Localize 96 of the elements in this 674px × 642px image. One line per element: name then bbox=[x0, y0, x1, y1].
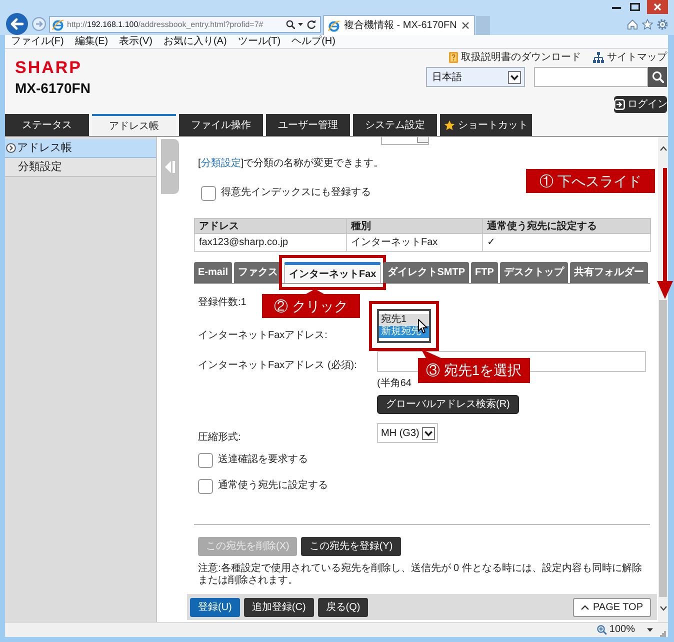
caret-icon bbox=[422, 426, 435, 440]
table-cell: ✓ bbox=[482, 234, 650, 252]
maximize-icon[interactable] bbox=[630, 3, 640, 11]
home-icon[interactable] bbox=[627, 19, 638, 30]
close-icon[interactable] bbox=[647, 0, 668, 14]
resize-grip-icon[interactable] bbox=[660, 631, 666, 637]
sitemap-icon bbox=[593, 52, 604, 62]
menu-item[interactable]: ツール(T) bbox=[238, 36, 281, 48]
callout-pointer bbox=[421, 349, 441, 358]
book-icon bbox=[449, 52, 458, 62]
tab[interactable]: FTP bbox=[471, 262, 498, 283]
category-link[interactable]: 分類設定 bbox=[200, 158, 241, 169]
table-cell: インターネットFax bbox=[346, 234, 482, 252]
menu-item[interactable]: ヘルプ(H) bbox=[292, 36, 336, 48]
chevron-up-icon bbox=[580, 604, 589, 610]
column-header: アドレス bbox=[194, 218, 346, 234]
menu-item[interactable]: 編集(E) bbox=[74, 36, 108, 48]
tab[interactable]: ユーザー管理 bbox=[266, 114, 350, 136]
caret-up-icon[interactable] bbox=[660, 146, 666, 151]
caret-icon[interactable] bbox=[298, 23, 303, 26]
page-top-button[interactable]: PAGE TOP bbox=[572, 598, 651, 616]
chevron-circle-icon bbox=[6, 143, 16, 153]
tab[interactable]: デスクトップ bbox=[500, 262, 568, 283]
tab[interactable]: アドレス帳 bbox=[92, 114, 176, 136]
menu-item[interactable]: 表示(V) bbox=[119, 36, 152, 48]
refresh-icon[interactable] bbox=[307, 20, 316, 29]
manual-link[interactable]: 取扱説明書のダウンロード bbox=[449, 50, 581, 64]
checkbox-label: 通常使う宛先に設定する bbox=[218, 480, 328, 492]
tab[interactable]: E-mail bbox=[194, 262, 232, 283]
collapse-icon bbox=[165, 160, 175, 172]
checkbox[interactable] bbox=[198, 478, 213, 494]
tab[interactable]: ダイレクトSMTP bbox=[383, 262, 470, 283]
list-option[interactable]: 宛先1 bbox=[379, 314, 429, 326]
compression-select[interactable]: MH (G3) bbox=[377, 423, 438, 443]
star-icon[interactable] bbox=[642, 19, 653, 30]
collapse-handle[interactable] bbox=[161, 139, 179, 194]
callout-pointer bbox=[306, 289, 324, 294]
entry-button[interactable]: この宛先を登録(Y) bbox=[301, 537, 401, 556]
tab[interactable]: ショートカット bbox=[440, 114, 532, 136]
caret-icon bbox=[508, 70, 521, 84]
sidebar-item[interactable]: 分類設定 bbox=[5, 158, 156, 177]
menu-item[interactable]: ファイル(F) bbox=[11, 36, 64, 48]
hint-text: (半角64 bbox=[377, 378, 412, 390]
login-icon bbox=[614, 99, 624, 110]
scrollbar-thumb[interactable] bbox=[659, 300, 667, 597]
column-header: 種別 bbox=[346, 218, 482, 234]
action-button[interactable]: 戻る(Q) bbox=[318, 598, 368, 616]
forward-icon[interactable] bbox=[32, 17, 46, 31]
field-label: 圧縮形式: bbox=[198, 432, 241, 443]
field-label: インターネットFaxアドレス (必須): bbox=[198, 360, 357, 371]
caret-down-icon[interactable] bbox=[660, 606, 666, 611]
zoom-icon[interactable] bbox=[597, 625, 608, 635]
language-select[interactable]: 日本語 bbox=[426, 67, 525, 87]
settings-icon[interactable] bbox=[657, 19, 668, 30]
action-button[interactable]: 追加登録(C) bbox=[244, 598, 314, 616]
star-icon bbox=[444, 120, 455, 130]
tab[interactable]: インターネットFax bbox=[284, 262, 382, 283]
note-text: 注意:各種設定で使用されている宛先を削除し、送信先が 0 件となる時には、設定内容も同時に解除または削除されます。 bbox=[197, 563, 643, 587]
login-button[interactable]: ログイン bbox=[614, 96, 667, 113]
browser-icon bbox=[328, 20, 340, 32]
model-name: MX-6170FN bbox=[15, 80, 90, 96]
address-bar[interactable]: http://192.168.1.100/addressbook_entry.html?profid=7# bbox=[49, 16, 321, 33]
browser-icon bbox=[52, 18, 64, 30]
logo: SHARP bbox=[15, 59, 82, 77]
sidebar-item[interactable]: アドレス帳 bbox=[5, 139, 156, 158]
count-text: 登録件数:1 bbox=[198, 297, 246, 309]
category-note: [分類設定]で分類の名称が変更できます。 bbox=[198, 157, 384, 171]
tab[interactable]: ステータス bbox=[5, 114, 89, 136]
caret-icon[interactable] bbox=[647, 628, 653, 632]
action-button[interactable]: 登録(U) bbox=[190, 598, 240, 616]
callout: ① 下へスライド bbox=[526, 169, 655, 193]
browser-tab[interactable]: 複合機情報 - MX-6170FN bbox=[323, 15, 475, 35]
highlight-frame bbox=[369, 301, 439, 351]
dropdown-field[interactable] bbox=[381, 137, 429, 145]
url-text: http://192.168.1.100/addressbook_entry.html?profid=7# bbox=[67, 20, 264, 30]
column-header: 通常使う宛先に設定する bbox=[482, 218, 650, 234]
checkbox[interactable] bbox=[198, 452, 213, 468]
tab[interactable]: ファイル操作 bbox=[179, 114, 263, 136]
search-field[interactable] bbox=[534, 67, 648, 87]
tab[interactable]: 共有フォルダー bbox=[570, 262, 648, 283]
entry-button: この宛先を削除(X) bbox=[198, 537, 298, 556]
search-icon bbox=[652, 71, 664, 83]
field-label: インターネットFaxアドレス: bbox=[198, 330, 328, 341]
sitemap-link[interactable]: サイトマップ bbox=[593, 50, 667, 64]
menu-item[interactable]: お気に入り(A) bbox=[163, 36, 227, 48]
checkbox[interactable] bbox=[201, 186, 216, 200]
search-icon[interactable] bbox=[286, 20, 295, 29]
search-button[interactable] bbox=[648, 67, 667, 87]
tab[interactable]: システム設定 bbox=[353, 114, 437, 136]
global-search-button[interactable]: グローバルアドレス検索(R) bbox=[377, 395, 519, 414]
zoom-level[interactable]: 100% bbox=[609, 624, 635, 636]
checkbox-label: 送達確認を要求する bbox=[218, 454, 308, 466]
close-icon[interactable] bbox=[462, 22, 469, 29]
table-cell: fax123@sharp.co.jp bbox=[194, 234, 346, 252]
checkbox-label: 得意先インデックスにも登録する bbox=[221, 187, 371, 199]
back-icon[interactable] bbox=[6, 13, 28, 35]
